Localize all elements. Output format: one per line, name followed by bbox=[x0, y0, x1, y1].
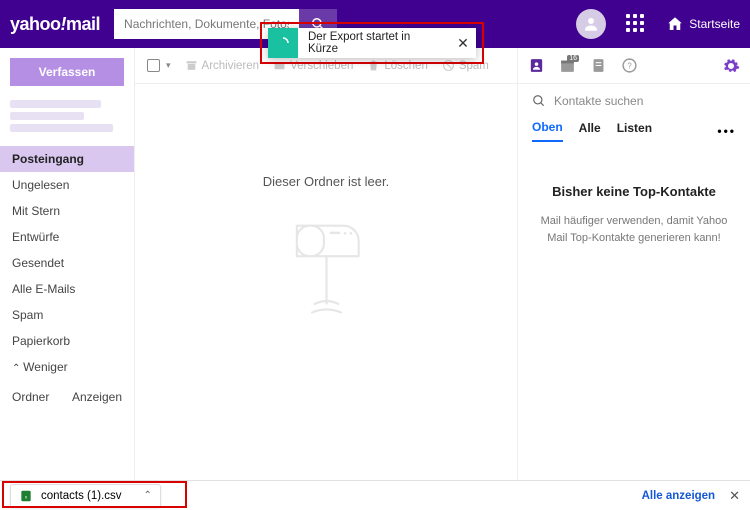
toast-message: Der Export startet in Kürze bbox=[298, 31, 450, 55]
nav-ungelesen[interactable]: Ungelesen bbox=[0, 172, 134, 198]
contact-search-placeholder: Kontakte suchen bbox=[554, 94, 643, 108]
contacts-tab-icon[interactable] bbox=[528, 57, 545, 74]
loading-icon bbox=[277, 37, 289, 49]
contacts-empty-subtitle: Mail häufiger verwenden, damit Yahoo Mai… bbox=[536, 213, 732, 246]
contact-search[interactable]: Kontakte suchen bbox=[518, 84, 750, 116]
apps-grid-icon[interactable] bbox=[626, 14, 646, 34]
tab-alle[interactable]: Alle bbox=[579, 121, 601, 141]
toast-accent bbox=[268, 28, 298, 58]
contacts-panel: 16 ? Kontakte suchen Oben Alle Listen ••… bbox=[518, 48, 750, 480]
compose-button[interactable]: Verfassen bbox=[10, 58, 124, 86]
close-download-bar-button[interactable]: ✕ bbox=[729, 488, 740, 504]
archive-icon bbox=[185, 59, 198, 72]
tab-listen[interactable]: Listen bbox=[617, 121, 652, 141]
home-icon bbox=[666, 15, 684, 33]
yahoo-mail-logo: yahoo!mail bbox=[10, 14, 100, 35]
empty-folder-state: Dieser Ordner ist leer. bbox=[135, 84, 517, 480]
nav-mit-stern[interactable]: Mit Stern bbox=[0, 198, 134, 224]
sidebar-ad-placeholder bbox=[10, 100, 124, 136]
nav-entwuerfe[interactable]: Entwürfe bbox=[0, 224, 134, 250]
download-bar: x contacts (1).csv ⌃ Alle anzeigen ✕ bbox=[0, 480, 750, 510]
select-dropdown-icon[interactable]: ▾ bbox=[166, 60, 171, 71]
user-icon bbox=[582, 15, 600, 33]
nav-spam[interactable]: Spam bbox=[0, 302, 134, 328]
panel-tab-icons: 16 ? bbox=[518, 48, 750, 84]
svg-text:?: ? bbox=[627, 61, 632, 70]
search-icon bbox=[532, 94, 546, 108]
nav-alle-emails[interactable]: Alle E-Mails bbox=[0, 276, 134, 302]
export-toast: Der Export startet in Kürze ✕ bbox=[268, 28, 476, 58]
settings-gear-icon[interactable] bbox=[722, 57, 740, 75]
nav-ordner-row: Ordner Anzeigen bbox=[0, 380, 134, 414]
sidebar: Verfassen Posteingang Ungelesen Mit Ster… bbox=[0, 48, 135, 480]
nav-papierkorb[interactable]: Papierkorb bbox=[0, 328, 134, 354]
archive-button[interactable]: Archivieren bbox=[185, 59, 260, 72]
contacts-filter-tabs: Oben Alle Listen ••• bbox=[518, 116, 750, 142]
home-link[interactable]: Startseite bbox=[666, 15, 740, 33]
download-item[interactable]: x contacts (1).csv ⌃ bbox=[10, 484, 161, 508]
download-filename: contacts (1).csv bbox=[41, 490, 122, 502]
nav-gesendet[interactable]: Gesendet bbox=[0, 250, 134, 276]
calendar-tab-icon[interactable]: 16 bbox=[559, 57, 576, 74]
nav-ordner[interactable]: Ordner bbox=[12, 390, 49, 404]
nav-weniger[interactable]: Weniger bbox=[0, 354, 134, 380]
mailbox-illustration-icon bbox=[284, 213, 369, 323]
help-tab-icon[interactable]: ? bbox=[621, 57, 638, 74]
empty-folder-text: Dieser Ordner ist leer. bbox=[263, 174, 389, 189]
nav-posteingang[interactable]: Posteingang bbox=[0, 146, 134, 172]
select-all-checkbox[interactable] bbox=[147, 59, 160, 72]
csv-file-icon: x bbox=[19, 489, 33, 503]
contacts-empty-state: Bisher keine Top-Kontakte Mail häufiger … bbox=[518, 142, 750, 480]
toast-close-button[interactable]: ✕ bbox=[450, 35, 476, 52]
main-content: ▾ Archivieren Verschieben Löschen Spam D… bbox=[135, 48, 518, 480]
download-chevron-icon: ⌃ bbox=[144, 490, 152, 501]
tab-more-button[interactable]: ••• bbox=[717, 124, 736, 138]
show-all-downloads-link[interactable]: Alle anzeigen bbox=[642, 490, 716, 502]
notes-tab-icon[interactable] bbox=[590, 57, 607, 74]
nav-anzeigen[interactable]: Anzeigen bbox=[72, 390, 122, 404]
tab-oben[interactable]: Oben bbox=[532, 120, 563, 142]
contacts-empty-title: Bisher keine Top-Kontakte bbox=[536, 184, 732, 199]
avatar[interactable] bbox=[576, 9, 606, 39]
